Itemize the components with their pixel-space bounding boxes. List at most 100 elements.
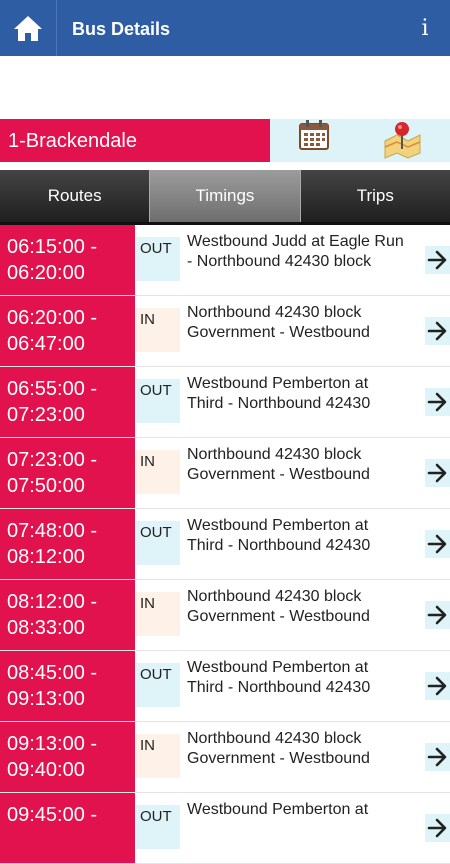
- open-trip-button[interactable]: [425, 814, 450, 842]
- trip-description: Westbound Pemberton at Third - Northbound…: [187, 374, 423, 414]
- time-range: 08:12:00 - 08:33:00: [0, 580, 135, 650]
- end-time: 08:33:00: [7, 617, 85, 639]
- end-time: 09:13:00: [7, 688, 85, 710]
- description-line: Third - Northbound 42430: [187, 679, 371, 696]
- time-range: 09:13:00 - 09:40:00: [0, 722, 135, 792]
- tab-trips[interactable]: Trips: [301, 170, 450, 222]
- trip-description: Northbound 42430 block Government - Westb…: [187, 729, 423, 769]
- direction-badge: OUT: [136, 237, 180, 281]
- time-range: 07:48:00 - 08:12:00: [0, 509, 135, 579]
- home-icon: [14, 16, 42, 41]
- description-line: Northbound 42430 block: [187, 588, 362, 605]
- calendar-icon: [299, 120, 329, 150]
- time-range: 06:15:00 - 06:20:00: [0, 225, 135, 295]
- route-name: 1-Brackendale: [0, 119, 270, 162]
- time-range: 08:45:00 - 09:13:00: [0, 651, 135, 721]
- arrow-right-icon: [427, 747, 447, 767]
- info-icon: i: [421, 15, 429, 41]
- description-line: Westbound Pemberton at: [187, 517, 369, 534]
- trip-description: Westbound Pemberton at: [187, 800, 423, 820]
- end-time: 08:12:00: [7, 546, 85, 568]
- trip-description: Westbound Pemberton at Third - Northbound…: [187, 658, 423, 698]
- map-button[interactable]: [382, 119, 422, 159]
- trip-description: Northbound 42430 block Government - Westb…: [187, 445, 423, 485]
- arrow-right-icon: [427, 818, 447, 838]
- start-time: 07:48:00 -: [7, 520, 98, 542]
- open-trip-button[interactable]: [425, 459, 450, 487]
- page-title: Bus Details: [72, 19, 171, 39]
- description-line: - Northbound 42430 block: [187, 253, 372, 270]
- direction-badge: OUT: [136, 521, 180, 565]
- description-line: Government - Westbound: [187, 324, 370, 341]
- end-time: 06:47:00: [7, 333, 85, 355]
- description-line: Government - Westbound: [187, 466, 370, 483]
- open-trip-button[interactable]: [425, 672, 450, 700]
- open-trip-button[interactable]: [425, 530, 450, 558]
- home-button[interactable]: [0, 0, 56, 56]
- header-divider: [56, 0, 57, 56]
- start-time: 06:15:00 -: [7, 236, 98, 258]
- route-bar: 1-Brackendale: [0, 119, 450, 162]
- map-pin-icon: [384, 122, 421, 159]
- start-time: 07:23:00 -: [7, 449, 98, 471]
- open-trip-button[interactable]: [425, 246, 450, 274]
- start-time: 06:20:00 -: [7, 307, 98, 329]
- description-line: Westbound Pemberton at: [187, 801, 369, 818]
- direction-badge: IN: [136, 592, 180, 636]
- description-line: Third - Northbound 42430: [187, 537, 371, 554]
- tab-timings[interactable]: Timings: [149, 170, 301, 222]
- arrow-right-icon: [427, 392, 447, 412]
- arrow-right-icon: [427, 605, 447, 625]
- open-trip-button[interactable]: [425, 317, 450, 345]
- timing-row[interactable]: 09:13:00 -09:40:00 IN Northbound 42430 blo…: [0, 722, 450, 793]
- description-line: Government - Westbound: [187, 608, 370, 625]
- direction-badge: IN: [136, 450, 180, 494]
- arrow-right-icon: [427, 463, 447, 483]
- description-line: Government - Westbound: [187, 750, 370, 767]
- timing-row[interactable]: 08:45:00 -09:13:00 OUT Westbound Pemberton…: [0, 651, 450, 722]
- start-time: 09:45:00 -: [7, 804, 98, 826]
- time-range: 06:55:00 - 07:23:00: [0, 367, 135, 437]
- timing-row[interactable]: 09:45:00 - OUT Westbound Pemberton at: [0, 793, 450, 864]
- time-range: 09:45:00 -: [0, 793, 135, 863]
- time-range: 07:23:00 - 07:50:00: [0, 438, 135, 508]
- calendar-button[interactable]: [298, 119, 332, 153]
- end-time: 09:40:00: [7, 759, 85, 781]
- trip-description: Westbound Pemberton at Third - Northbound…: [187, 516, 423, 556]
- description-line: Northbound 42430 block: [187, 730, 362, 747]
- open-trip-button[interactable]: [425, 601, 450, 629]
- arrow-right-icon: [427, 676, 447, 696]
- end-time: 07:50:00: [7, 475, 85, 497]
- direction-badge: OUT: [136, 379, 180, 423]
- timing-row[interactable]: 08:12:00 -08:33:00 IN Northbound 42430 blo…: [0, 580, 450, 651]
- trip-description: Northbound 42430 block Government - Westb…: [187, 303, 423, 343]
- direction-badge: IN: [136, 734, 180, 778]
- time-range: 06:20:00 - 06:47:00: [0, 296, 135, 366]
- timing-row[interactable]: 07:23:00 -07:50:00 IN Northbound 42430 blo…: [0, 438, 450, 509]
- open-trip-button[interactable]: [425, 388, 450, 416]
- timing-row[interactable]: 06:55:00 -07:23:00 OUT Westbound Pemberton…: [0, 367, 450, 438]
- top-app-bar: Bus Details i: [0, 0, 450, 56]
- open-trip-button[interactable]: [425, 743, 450, 771]
- description-line: Third - Northbound 42430: [187, 395, 371, 412]
- arrow-right-icon: [427, 250, 447, 270]
- route-actions: [270, 119, 450, 162]
- end-time: 07:23:00: [7, 404, 85, 426]
- tab-bar: Routes Timings Trips: [0, 170, 450, 222]
- timing-row[interactable]: 06:20:00 -06:47:00 IN Northbound 42430 blo…: [0, 296, 450, 367]
- description-line: Westbound Judd at Eagle Run: [187, 233, 404, 250]
- info-button[interactable]: i: [410, 0, 440, 56]
- start-time: 08:12:00 -: [7, 591, 98, 613]
- trip-description: Northbound 42430 block Government - Westb…: [187, 587, 423, 627]
- description-line: Westbound Pemberton at: [187, 375, 369, 392]
- timing-row[interactable]: 06:15:00 -06:20:00 OUT Westbound Judd at E…: [0, 225, 450, 296]
- start-time: 08:45:00 -: [7, 662, 98, 684]
- timings-list: 06:15:00 -06:20:00 OUT Westbound Judd at E…: [0, 225, 450, 864]
- description-line: Westbound Pemberton at: [187, 659, 369, 676]
- timing-row[interactable]: 07:48:00 -08:12:00 OUT Westbound Pemberton…: [0, 509, 450, 580]
- start-time: 09:13:00 -: [7, 733, 98, 755]
- start-time: 06:55:00 -: [7, 378, 98, 400]
- description-line: Northbound 42430 block: [187, 446, 362, 463]
- direction-badge: OUT: [136, 805, 180, 849]
- tab-routes[interactable]: Routes: [0, 170, 149, 222]
